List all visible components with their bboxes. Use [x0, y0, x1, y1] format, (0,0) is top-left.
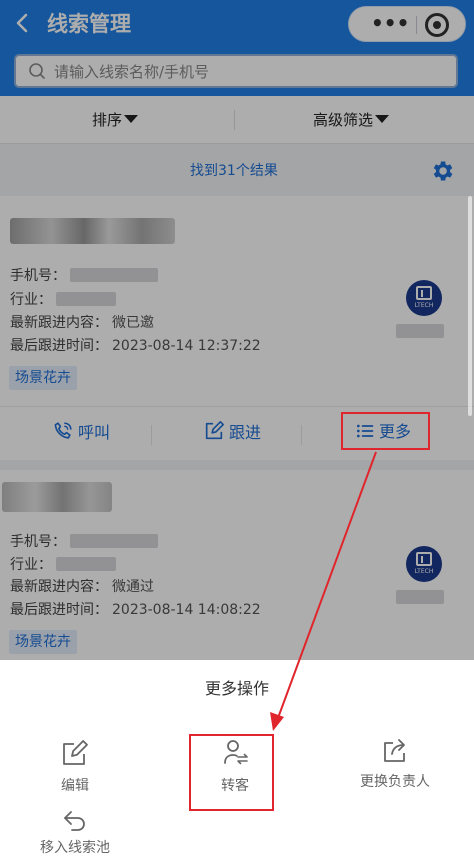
modal-backdrop[interactable] [0, 0, 474, 660]
change-owner-button[interactable]: 更换负责人 [335, 736, 455, 792]
share-icon [384, 739, 405, 762]
undo-icon [64, 811, 85, 831]
highlight-box [189, 734, 274, 811]
sheet-title: 更多操作 [204, 679, 269, 698]
change-owner-label: 更换负责人 [360, 774, 430, 790]
move-to-pool-label: 移入线索池 [40, 840, 110, 856]
scrollbar[interactable] [468, 196, 472, 416]
edit-label: 编辑 [61, 778, 89, 794]
edit-icon [63, 740, 88, 765]
move-to-pool-button[interactable]: 移入线索池 [15, 808, 135, 858]
edit-button[interactable]: 编辑 [15, 738, 135, 796]
highlight-box [341, 412, 430, 450]
